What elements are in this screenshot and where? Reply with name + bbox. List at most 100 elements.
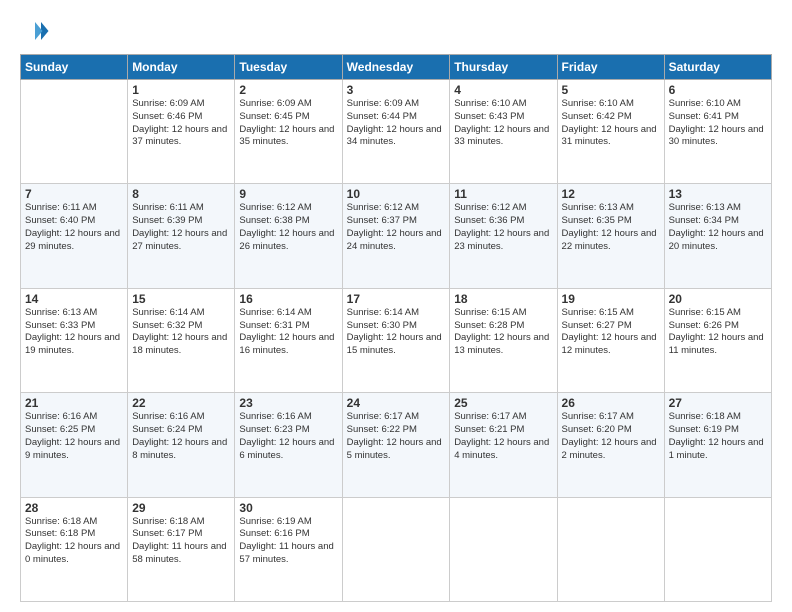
calendar-cell: 20Sunrise: 6:15 AMSunset: 6:26 PMDayligh… xyxy=(664,288,771,392)
calendar-cell: 19Sunrise: 6:15 AMSunset: 6:27 PMDayligh… xyxy=(557,288,664,392)
col-header-friday: Friday xyxy=(557,55,664,80)
cell-info: Sunrise: 6:18 AMSunset: 6:17 PMDaylight:… xyxy=(132,516,230,567)
cell-info: Sunrise: 6:14 AMSunset: 6:32 PMDaylight:… xyxy=(132,307,230,358)
cell-day-number: 7 xyxy=(25,187,123,201)
cell-day-number: 28 xyxy=(25,501,123,515)
cell-info: Sunrise: 6:09 AMSunset: 6:44 PMDaylight:… xyxy=(347,98,446,149)
cell-info: Sunrise: 6:14 AMSunset: 6:30 PMDaylight:… xyxy=(347,307,446,358)
col-header-tuesday: Tuesday xyxy=(235,55,342,80)
calendar-cell: 4Sunrise: 6:10 AMSunset: 6:43 PMDaylight… xyxy=(450,80,557,184)
cell-info: Sunrise: 6:16 AMSunset: 6:24 PMDaylight:… xyxy=(132,411,230,462)
calendar-cell: 1Sunrise: 6:09 AMSunset: 6:46 PMDaylight… xyxy=(128,80,235,184)
cell-info: Sunrise: 6:10 AMSunset: 6:43 PMDaylight:… xyxy=(454,98,552,149)
cell-day-number: 26 xyxy=(562,396,660,410)
calendar-cell: 10Sunrise: 6:12 AMSunset: 6:37 PMDayligh… xyxy=(342,184,450,288)
calendar-cell: 26Sunrise: 6:17 AMSunset: 6:20 PMDayligh… xyxy=(557,393,664,497)
cell-info: Sunrise: 6:13 AMSunset: 6:34 PMDaylight:… xyxy=(669,202,767,253)
cell-info: Sunrise: 6:13 AMSunset: 6:35 PMDaylight:… xyxy=(562,202,660,253)
cell-day-number: 14 xyxy=(25,292,123,306)
cell-info: Sunrise: 6:18 AMSunset: 6:19 PMDaylight:… xyxy=(669,411,767,462)
calendar-cell: 18Sunrise: 6:15 AMSunset: 6:28 PMDayligh… xyxy=(450,288,557,392)
calendar-cell xyxy=(21,80,128,184)
cell-day-number: 8 xyxy=(132,187,230,201)
calendar-cell: 27Sunrise: 6:18 AMSunset: 6:19 PMDayligh… xyxy=(664,393,771,497)
calendar-cell: 15Sunrise: 6:14 AMSunset: 6:32 PMDayligh… xyxy=(128,288,235,392)
calendar-cell: 24Sunrise: 6:17 AMSunset: 6:22 PMDayligh… xyxy=(342,393,450,497)
cell-info: Sunrise: 6:13 AMSunset: 6:33 PMDaylight:… xyxy=(25,307,123,358)
cell-day-number: 11 xyxy=(454,187,552,201)
calendar-cell: 25Sunrise: 6:17 AMSunset: 6:21 PMDayligh… xyxy=(450,393,557,497)
calendar-cell: 2Sunrise: 6:09 AMSunset: 6:45 PMDaylight… xyxy=(235,80,342,184)
cell-day-number: 12 xyxy=(562,187,660,201)
cell-day-number: 17 xyxy=(347,292,446,306)
header xyxy=(20,16,772,46)
col-header-wednesday: Wednesday xyxy=(342,55,450,80)
cell-day-number: 29 xyxy=(132,501,230,515)
calendar-cell: 3Sunrise: 6:09 AMSunset: 6:44 PMDaylight… xyxy=(342,80,450,184)
calendar-cell xyxy=(342,497,450,601)
cell-info: Sunrise: 6:17 AMSunset: 6:21 PMDaylight:… xyxy=(454,411,552,462)
calendar-cell: 5Sunrise: 6:10 AMSunset: 6:42 PMDaylight… xyxy=(557,80,664,184)
cell-info: Sunrise: 6:18 AMSunset: 6:18 PMDaylight:… xyxy=(25,516,123,567)
cell-info: Sunrise: 6:14 AMSunset: 6:31 PMDaylight:… xyxy=(239,307,337,358)
calendar-cell: 23Sunrise: 6:16 AMSunset: 6:23 PMDayligh… xyxy=(235,393,342,497)
week-row-4: 21Sunrise: 6:16 AMSunset: 6:25 PMDayligh… xyxy=(21,393,772,497)
cell-day-number: 6 xyxy=(669,83,767,97)
cell-day-number: 27 xyxy=(669,396,767,410)
cell-day-number: 25 xyxy=(454,396,552,410)
calendar-cell: 12Sunrise: 6:13 AMSunset: 6:35 PMDayligh… xyxy=(557,184,664,288)
cell-day-number: 9 xyxy=(239,187,337,201)
calendar-cell: 16Sunrise: 6:14 AMSunset: 6:31 PMDayligh… xyxy=(235,288,342,392)
cell-day-number: 18 xyxy=(454,292,552,306)
cell-day-number: 30 xyxy=(239,501,337,515)
calendar-cell xyxy=(664,497,771,601)
calendar-cell: 6Sunrise: 6:10 AMSunset: 6:41 PMDaylight… xyxy=(664,80,771,184)
cell-day-number: 19 xyxy=(562,292,660,306)
cell-info: Sunrise: 6:10 AMSunset: 6:41 PMDaylight:… xyxy=(669,98,767,149)
cell-info: Sunrise: 6:19 AMSunset: 6:16 PMDaylight:… xyxy=(239,516,337,567)
cell-day-number: 13 xyxy=(669,187,767,201)
cell-day-number: 4 xyxy=(454,83,552,97)
cell-info: Sunrise: 6:17 AMSunset: 6:20 PMDaylight:… xyxy=(562,411,660,462)
logo-icon xyxy=(20,16,50,46)
week-row-1: 1Sunrise: 6:09 AMSunset: 6:46 PMDaylight… xyxy=(21,80,772,184)
cell-info: Sunrise: 6:09 AMSunset: 6:45 PMDaylight:… xyxy=(239,98,337,149)
cell-day-number: 21 xyxy=(25,396,123,410)
calendar-cell: 21Sunrise: 6:16 AMSunset: 6:25 PMDayligh… xyxy=(21,393,128,497)
calendar-cell: 7Sunrise: 6:11 AMSunset: 6:40 PMDaylight… xyxy=(21,184,128,288)
cell-info: Sunrise: 6:15 AMSunset: 6:27 PMDaylight:… xyxy=(562,307,660,358)
col-header-sunday: Sunday xyxy=(21,55,128,80)
calendar-cell xyxy=(450,497,557,601)
cell-day-number: 3 xyxy=(347,83,446,97)
logo xyxy=(20,16,54,46)
calendar: SundayMondayTuesdayWednesdayThursdayFrid… xyxy=(20,54,772,602)
cell-info: Sunrise: 6:11 AMSunset: 6:40 PMDaylight:… xyxy=(25,202,123,253)
cell-info: Sunrise: 6:09 AMSunset: 6:46 PMDaylight:… xyxy=(132,98,230,149)
calendar-cell: 14Sunrise: 6:13 AMSunset: 6:33 PMDayligh… xyxy=(21,288,128,392)
calendar-cell xyxy=(557,497,664,601)
cell-day-number: 5 xyxy=(562,83,660,97)
week-row-5: 28Sunrise: 6:18 AMSunset: 6:18 PMDayligh… xyxy=(21,497,772,601)
cell-info: Sunrise: 6:12 AMSunset: 6:38 PMDaylight:… xyxy=(239,202,337,253)
cell-day-number: 20 xyxy=(669,292,767,306)
col-header-monday: Monday xyxy=(128,55,235,80)
cell-day-number: 1 xyxy=(132,83,230,97)
cell-info: Sunrise: 6:15 AMSunset: 6:28 PMDaylight:… xyxy=(454,307,552,358)
week-row-2: 7Sunrise: 6:11 AMSunset: 6:40 PMDaylight… xyxy=(21,184,772,288)
cell-info: Sunrise: 6:10 AMSunset: 6:42 PMDaylight:… xyxy=(562,98,660,149)
calendar-cell: 30Sunrise: 6:19 AMSunset: 6:16 PMDayligh… xyxy=(235,497,342,601)
calendar-cell: 11Sunrise: 6:12 AMSunset: 6:36 PMDayligh… xyxy=(450,184,557,288)
calendar-cell: 8Sunrise: 6:11 AMSunset: 6:39 PMDaylight… xyxy=(128,184,235,288)
calendar-cell: 29Sunrise: 6:18 AMSunset: 6:17 PMDayligh… xyxy=(128,497,235,601)
calendar-cell: 17Sunrise: 6:14 AMSunset: 6:30 PMDayligh… xyxy=(342,288,450,392)
cell-day-number: 16 xyxy=(239,292,337,306)
calendar-cell: 9Sunrise: 6:12 AMSunset: 6:38 PMDaylight… xyxy=(235,184,342,288)
calendar-cell: 28Sunrise: 6:18 AMSunset: 6:18 PMDayligh… xyxy=(21,497,128,601)
cell-day-number: 22 xyxy=(132,396,230,410)
cell-day-number: 2 xyxy=(239,83,337,97)
page: SundayMondayTuesdayWednesdayThursdayFrid… xyxy=(0,0,792,612)
week-row-3: 14Sunrise: 6:13 AMSunset: 6:33 PMDayligh… xyxy=(21,288,772,392)
cell-info: Sunrise: 6:17 AMSunset: 6:22 PMDaylight:… xyxy=(347,411,446,462)
cell-info: Sunrise: 6:16 AMSunset: 6:25 PMDaylight:… xyxy=(25,411,123,462)
cell-info: Sunrise: 6:16 AMSunset: 6:23 PMDaylight:… xyxy=(239,411,337,462)
